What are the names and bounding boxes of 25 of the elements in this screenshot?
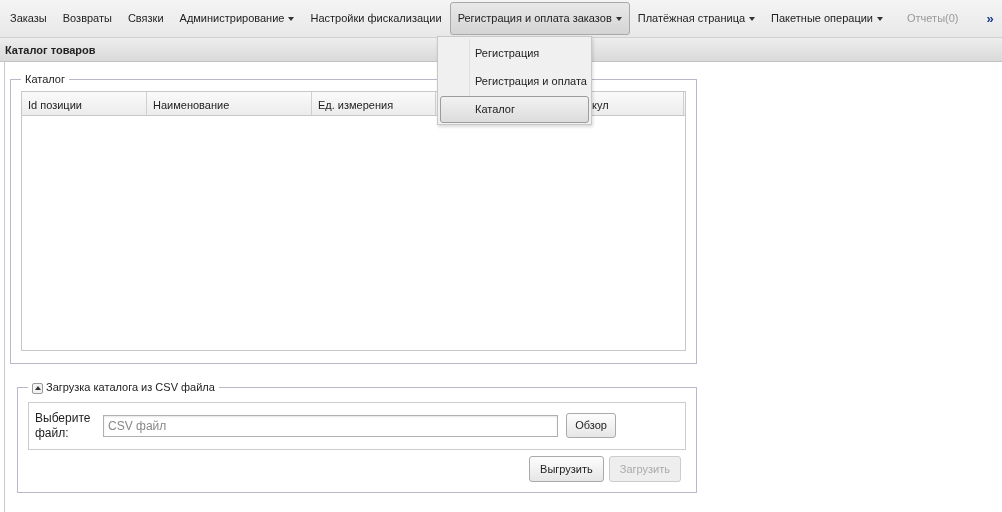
menu-tab[interactable]: Заказы [2, 1, 55, 36]
caret-icon [288, 16, 295, 21]
caret-icon [877, 16, 883, 21]
column-header: Ед. измерения [312, 92, 436, 115]
menu-tab[interactable]: Возвраты [54, 1, 120, 36]
menu-tab[interactable]: Связки [119, 1, 172, 36]
menu-item[interactable]: Каталог [440, 96, 589, 123]
menu-tab[interactable]: Регистрация и оплата заказов [449, 2, 630, 35]
more-menu-button[interactable]: » [974, 4, 1002, 33]
collapse-toggle[interactable] [32, 382, 43, 394]
menu-tab[interactable]: Пакетные операции [763, 1, 891, 36]
field-label: Выберите файл: [35, 411, 92, 440]
caret-icon [749, 16, 756, 21]
menu-tab[interactable]: Платёжная страница [629, 1, 764, 36]
caret-icon [615, 16, 622, 21]
action-button[interactable]: Выгрузить [529, 455, 604, 483]
column-header: Наименование [147, 92, 312, 115]
group-legend: Загрузка каталога из CSV файла [46, 381, 215, 393]
menu-item[interactable]: Регистрация и оплата [440, 68, 589, 95]
group-legend: Каталог [21, 74, 69, 85]
column-header: Id позиции [22, 92, 147, 115]
menu-tab[interactable]: Администрирование [171, 1, 303, 36]
menu-tab[interactable]: Настройки фискализации [302, 1, 450, 36]
browse-button[interactable]: Обзор [566, 413, 616, 438]
csv-file-field[interactable]: CSV файл [103, 414, 559, 437]
